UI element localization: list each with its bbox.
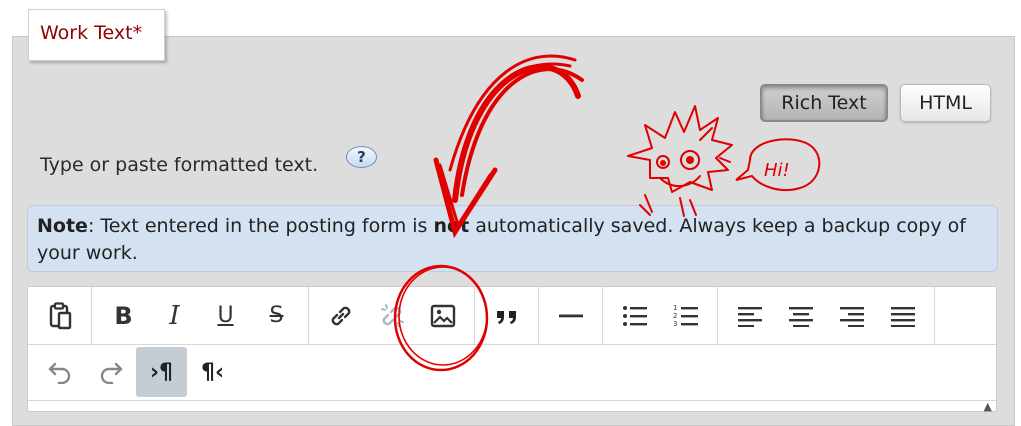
align-center-icon[interactable]: [775, 287, 826, 344]
work-text-legend: Work Text*: [28, 9, 165, 61]
toolbar-row-1: B I U S 1 2 3: [28, 287, 996, 345]
backup-note: Note: Text entered in the posting form i…: [27, 205, 998, 272]
italic-icon[interactable]: I: [149, 287, 200, 344]
blockquote-icon[interactable]: [481, 287, 532, 344]
bold-glyph: B: [114, 301, 133, 330]
horizontal-rule-icon[interactable]: [545, 287, 596, 344]
note-emphasis: not: [433, 215, 470, 237]
note-label: Note: [37, 215, 88, 237]
underline-icon[interactable]: U: [200, 287, 251, 344]
italic-glyph: I: [169, 300, 180, 331]
svg-text:1: 1: [673, 304, 677, 312]
align-justify-icon[interactable]: [877, 287, 928, 344]
format-group: B I U S: [92, 287, 309, 344]
legend-label: Work Text*: [40, 22, 143, 44]
rich-text-button[interactable]: Rich Text: [760, 84, 888, 122]
svg-text:2: 2: [673, 312, 677, 320]
editor-area[interactable]: ▲: [28, 400, 996, 413]
editor-hint: Type or paste formatted text.: [40, 154, 319, 176]
ltr-glyph: ›¶: [149, 359, 174, 385]
clipboard-group: [28, 287, 92, 344]
help-icon[interactable]: ?: [346, 146, 377, 168]
rule-group: [539, 287, 603, 344]
html-button[interactable]: HTML: [900, 84, 991, 122]
align-right-icon[interactable]: [826, 287, 877, 344]
note-text-1: : Text entered in the posting form is: [87, 215, 434, 237]
align-left-icon[interactable]: [724, 287, 775, 344]
rtl-icon[interactable]: ¶‹: [187, 347, 238, 397]
ltr-icon[interactable]: ›¶: [136, 347, 187, 397]
redo-icon[interactable]: [85, 347, 136, 397]
rtl-glyph: ¶‹: [200, 359, 225, 385]
svg-text:3: 3: [673, 320, 677, 328]
link-icon[interactable]: [315, 287, 366, 344]
resize-handle-icon[interactable]: ▲: [984, 400, 992, 413]
unlink-icon[interactable]: [366, 287, 417, 344]
editor-toolbar: B I U S 1 2 3 ›¶ ¶‹ ▲: [27, 286, 997, 413]
insert-group: [309, 287, 475, 344]
strike-glyph: S: [269, 303, 284, 328]
underline-glyph: U: [217, 303, 234, 328]
align-group: [718, 287, 935, 344]
list-group: 123: [603, 287, 718, 344]
bullet-list-icon[interactable]: [609, 287, 660, 344]
image-icon[interactable]: [417, 287, 468, 344]
toolbar-row-2: ›¶ ¶‹: [28, 345, 238, 399]
undo-icon[interactable]: [34, 347, 85, 397]
quote-group: [475, 287, 539, 344]
bold-icon[interactable]: B: [98, 287, 149, 344]
numbered-list-icon[interactable]: 123: [660, 287, 711, 344]
strikethrough-icon[interactable]: S: [251, 287, 302, 344]
paste-icon[interactable]: [34, 287, 85, 344]
